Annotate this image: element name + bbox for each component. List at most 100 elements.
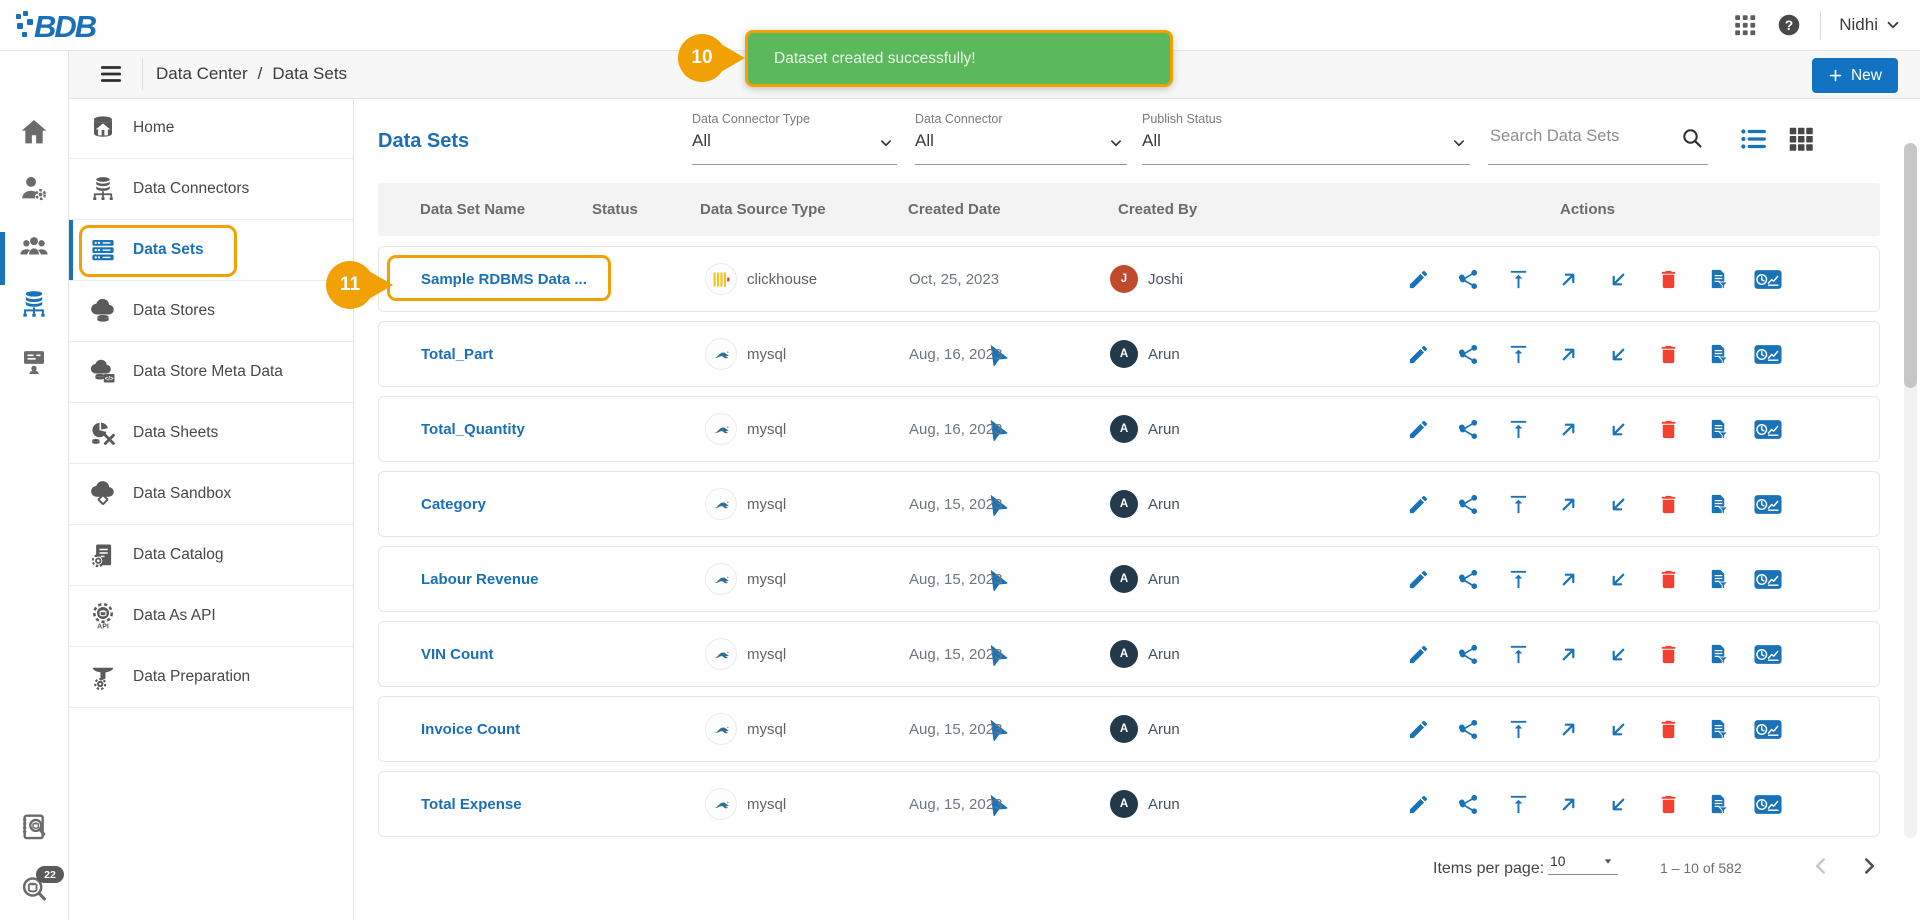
edit-button[interactable]	[1393, 784, 1443, 824]
data-prep-doc-button[interactable]	[1693, 484, 1743, 524]
sidebar-item-data-sandbox[interactable]: Data Sandbox	[69, 464, 353, 525]
dataset-name-link[interactable]: Invoice Count	[421, 697, 520, 761]
delete-button[interactable]	[1643, 259, 1693, 299]
breadcrumb-data-center[interactable]: Data Center	[156, 64, 248, 84]
share-button[interactable]	[1443, 334, 1493, 374]
dataset-name-link[interactable]: Category	[421, 472, 486, 536]
data-prep-doc-button[interactable]	[1693, 334, 1743, 374]
new-button[interactable]: New	[1812, 58, 1898, 93]
edit-button[interactable]	[1393, 709, 1443, 749]
sidebar-item-data-stores[interactable]: Data Stores	[69, 281, 353, 342]
usage-monitor-button[interactable]	[1743, 784, 1793, 824]
delete-button[interactable]	[1643, 334, 1693, 374]
pull-down-left-button[interactable]	[1593, 559, 1643, 599]
table-row[interactable]: Labour RevenuemysqlAug, 15, 2023AArun	[378, 546, 1880, 612]
publish-button[interactable]	[1493, 409, 1543, 449]
apps-grid-icon[interactable]	[1732, 12, 1758, 38]
search-icon[interactable]	[1680, 126, 1704, 150]
pull-down-left-button[interactable]	[1593, 709, 1643, 749]
share-button[interactable]	[1443, 409, 1493, 449]
vertical-scrollbar[interactable]	[1904, 143, 1917, 838]
publish-button[interactable]	[1493, 784, 1543, 824]
scrollbar-thumb[interactable]	[1904, 143, 1917, 388]
data-prep-doc-button[interactable]	[1693, 709, 1743, 749]
filter-data-connector-type[interactable]: Data Connector TypeAll	[692, 112, 897, 165]
usage-monitor-button[interactable]	[1743, 259, 1793, 299]
data-prep-doc-button[interactable]	[1693, 559, 1743, 599]
sidebar-item-data-sheets[interactable]: Data Sheets	[69, 403, 353, 464]
open-up-right-button[interactable]	[1543, 484, 1593, 524]
edit-button[interactable]	[1393, 634, 1443, 674]
share-button[interactable]	[1443, 484, 1493, 524]
open-up-right-button[interactable]	[1543, 334, 1593, 374]
table-row[interactable]: Total ExpensemysqlAug, 15, 2023AArun	[378, 771, 1880, 837]
search-input[interactable]	[1488, 126, 1672, 147]
list-view-toggle[interactable]	[1738, 124, 1768, 154]
sidebar-item-data-catalog[interactable]: Data Catalog	[69, 525, 353, 586]
breadcrumb-data-sets[interactable]: Data Sets	[272, 64, 347, 84]
sidebar-item-home[interactable]: Home	[69, 98, 353, 159]
publish-button[interactable]	[1493, 634, 1543, 674]
dataset-name-link[interactable]: Total_Quantity	[421, 397, 525, 461]
dataset-name-link[interactable]: VIN Count	[421, 622, 494, 686]
edit-button[interactable]	[1393, 259, 1443, 299]
items-per-page-select[interactable]: 10	[1548, 848, 1618, 875]
hamburger-menu-icon[interactable]	[98, 61, 124, 87]
table-row[interactable]: Invoice CountmysqlAug, 15, 2023AArun	[378, 696, 1880, 762]
share-button[interactable]	[1443, 784, 1493, 824]
pull-down-left-button[interactable]	[1593, 634, 1643, 674]
usage-monitor-button[interactable]	[1743, 334, 1793, 374]
open-up-right-button[interactable]	[1543, 259, 1593, 299]
rail-item-data-catalog-search[interactable]	[18, 811, 50, 843]
rail-item-data-center[interactable]	[18, 288, 50, 320]
data-prep-doc-button[interactable]	[1693, 259, 1743, 299]
publish-button[interactable]	[1493, 484, 1543, 524]
filter-publish-status[interactable]: Publish StatusAll	[1142, 112, 1470, 165]
usage-monitor-button[interactable]	[1743, 634, 1793, 674]
help-icon[interactable]: ?	[1776, 12, 1802, 38]
delete-button[interactable]	[1643, 409, 1693, 449]
usage-monitor-button[interactable]	[1743, 409, 1793, 449]
data-prep-doc-button[interactable]	[1693, 634, 1743, 674]
delete-button[interactable]	[1643, 709, 1693, 749]
edit-button[interactable]	[1393, 559, 1443, 599]
delete-button[interactable]	[1643, 559, 1693, 599]
table-row[interactable]: VIN CountmysqlAug, 15, 2023AArun	[378, 621, 1880, 687]
rail-item-home[interactable]	[18, 116, 50, 148]
previous-page-button[interactable]	[1808, 853, 1834, 879]
publish-button[interactable]	[1493, 334, 1543, 374]
share-button[interactable]	[1443, 559, 1493, 599]
publish-button[interactable]	[1493, 559, 1543, 599]
bdb-logo[interactable]: BDB	[14, 6, 144, 44]
data-prep-doc-button[interactable]	[1693, 784, 1743, 824]
usage-monitor-button[interactable]	[1743, 484, 1793, 524]
dataset-name-link[interactable]: Total_Part	[421, 322, 493, 386]
publish-button[interactable]	[1493, 709, 1543, 749]
sidebar-item-data-connectors[interactable]: Data Connectors	[69, 159, 353, 220]
dataset-name-link[interactable]: Total Expense	[421, 772, 522, 836]
grid-view-toggle[interactable]	[1786, 124, 1816, 154]
dataset-name-link[interactable]: Labour Revenue	[421, 547, 539, 611]
table-row[interactable]: Total_QuantitymysqlAug, 16, 2023AArun	[378, 396, 1880, 462]
rail-item-user-settings[interactable]	[18, 172, 50, 204]
next-page-button[interactable]	[1856, 853, 1882, 879]
open-up-right-button[interactable]	[1543, 559, 1593, 599]
table-row[interactable]: Sample RDBMS Data ...clickhouseOct, 25, …	[378, 246, 1880, 312]
sidebar-item-data-as-api[interactable]: APIData As API	[69, 586, 353, 647]
open-up-right-button[interactable]	[1543, 634, 1593, 674]
sidebar-item-data-sets[interactable]: Data Sets	[69, 220, 353, 281]
dataset-name-link[interactable]: Sample RDBMS Data ...	[421, 247, 587, 311]
pull-down-left-button[interactable]	[1593, 334, 1643, 374]
pull-down-left-button[interactable]	[1593, 259, 1643, 299]
share-button[interactable]	[1443, 709, 1493, 749]
sidebar-item-data-preparation[interactable]: Data Preparation	[69, 647, 353, 708]
pull-down-left-button[interactable]	[1593, 784, 1643, 824]
pull-down-left-button[interactable]	[1593, 484, 1643, 524]
open-up-right-button[interactable]	[1543, 409, 1593, 449]
sidebar-item-data-store-meta-data[interactable]: </>Data Store Meta Data	[69, 342, 353, 403]
delete-button[interactable]	[1643, 634, 1693, 674]
delete-button[interactable]	[1643, 484, 1693, 524]
share-button[interactable]	[1443, 259, 1493, 299]
usage-monitor-button[interactable]	[1743, 559, 1793, 599]
data-prep-doc-button[interactable]	[1693, 409, 1743, 449]
